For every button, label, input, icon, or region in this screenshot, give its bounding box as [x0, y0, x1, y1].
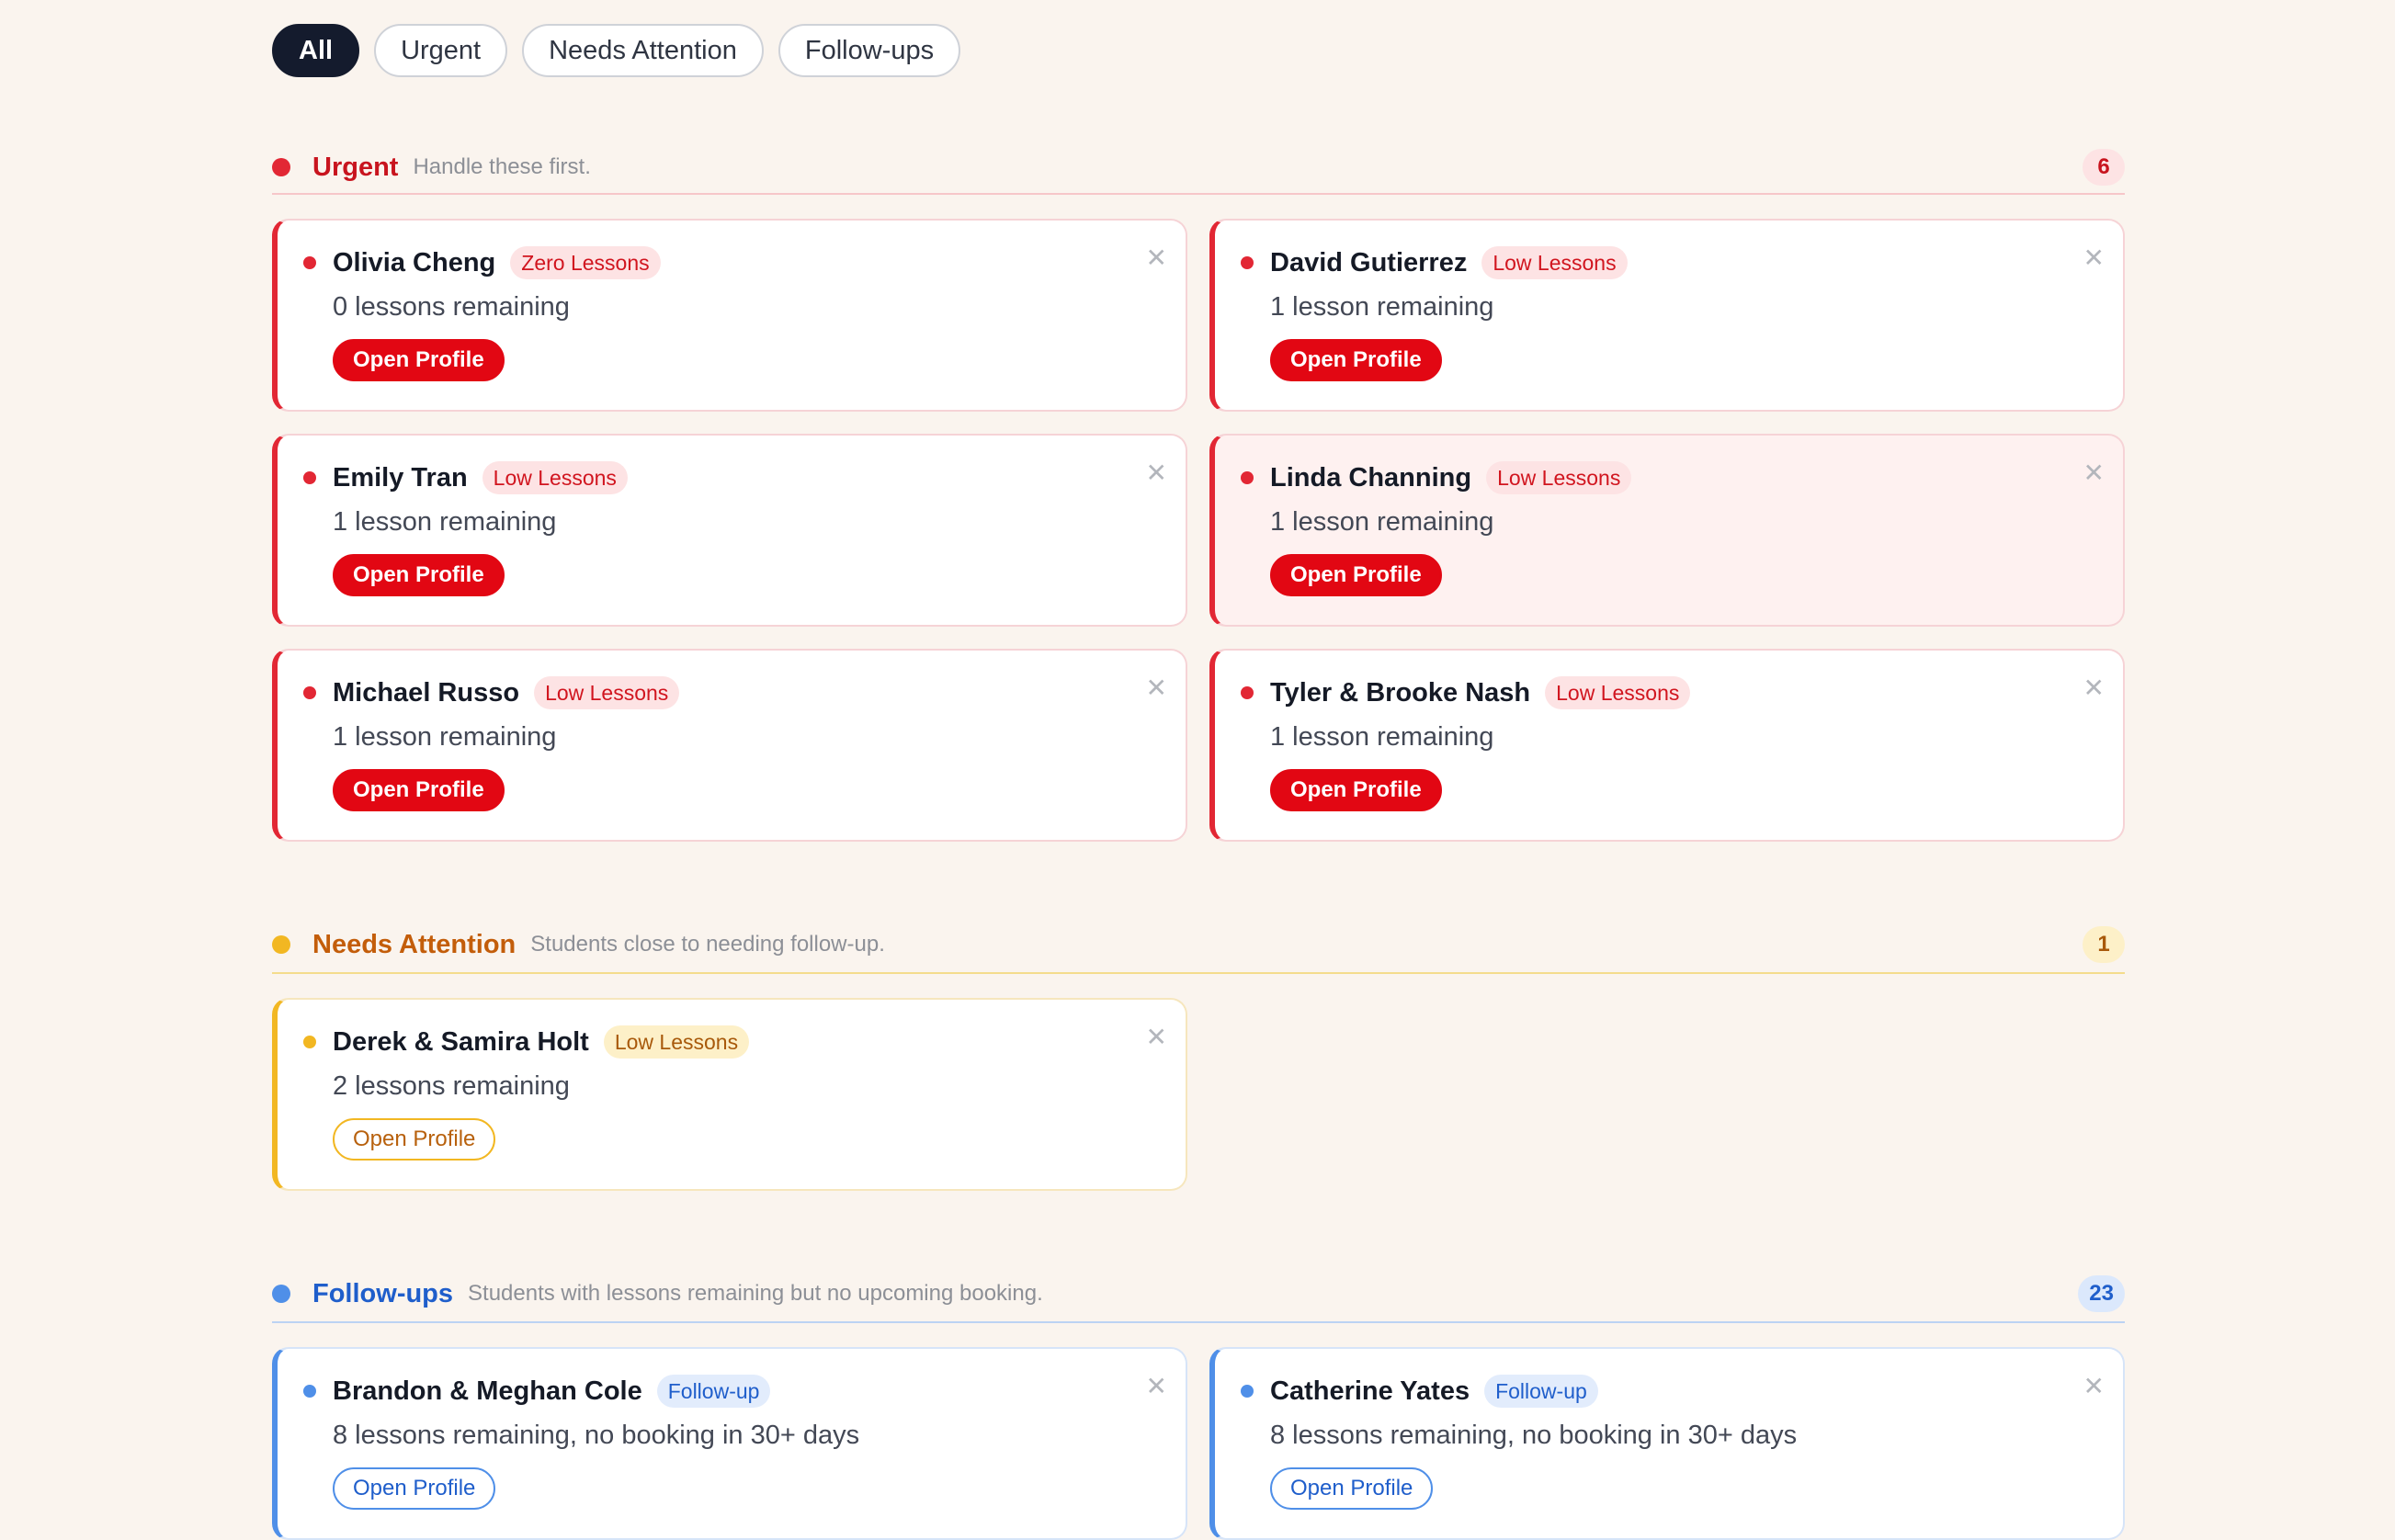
status-badge: Low Lessons [1486, 461, 1632, 494]
close-icon[interactable]: ✕ [2083, 458, 2105, 488]
section-follow-ups: Follow-ups Students with lessons remaini… [272, 1266, 2125, 1540]
section-title: Needs Attention [312, 929, 516, 959]
lessons-remaining: 1 lesson remaining [1270, 292, 1494, 322]
close-icon[interactable]: ✕ [1146, 1022, 1167, 1052]
status-badge: Low Lessons [482, 461, 628, 494]
close-icon[interactable]: ✕ [2083, 243, 2105, 273]
section-header: Needs Attention Students close to needin… [272, 917, 2125, 972]
close-icon[interactable]: ✕ [2083, 673, 2105, 703]
status-dot [272, 935, 290, 954]
close-icon[interactable]: ✕ [1146, 243, 1167, 273]
filter-all[interactable]: All [272, 24, 360, 77]
close-icon[interactable]: ✕ [1146, 673, 1167, 703]
lessons-remaining: 8 lessons remaining, no booking in 30+ d… [1270, 1421, 1798, 1450]
open-profile-button[interactable]: Open Profile [1270, 554, 1442, 596]
student-card: Olivia Cheng Zero Lessons ✕ 0 lessons re… [272, 219, 1187, 412]
student-card: David Gutierrez Low Lessons ✕ 1 lesson r… [1209, 219, 2125, 412]
section-header: Urgent Handle these first. 6 [272, 140, 2125, 195]
open-profile-button[interactable]: Open Profile [333, 339, 505, 381]
status-dot [303, 686, 316, 699]
filter-needs-attention[interactable]: Needs Attention [522, 24, 764, 77]
open-profile-button[interactable]: Open Profile [1270, 339, 1442, 381]
student-name: David Gutierrez [1270, 247, 1468, 277]
student-card: Emily Tran Low Lessons ✕ 1 lesson remain… [272, 434, 1187, 627]
status-dot [1241, 686, 1254, 699]
section-needs-attention: Needs Attention Students close to needin… [272, 917, 2125, 1191]
student-card: Brandon & Meghan Cole Follow-up ✕ 8 less… [272, 1347, 1187, 1540]
student-name: Derek & Samira Holt [333, 1026, 589, 1057]
card-grid: Brandon & Meghan Cole Follow-up ✕ 8 less… [272, 1347, 2125, 1540]
section-urgent: Urgent Handle these first. 6 Olivia Chen… [272, 140, 2125, 842]
lessons-remaining: 1 lesson remaining [1270, 507, 1494, 537]
open-profile-button[interactable]: Open Profile [333, 769, 505, 811]
student-name: Catherine Yates [1270, 1376, 1470, 1406]
filter-bar: All Urgent Needs Attention Follow-ups [272, 24, 2125, 77]
status-dot [1241, 471, 1254, 484]
section-title: Follow-ups [312, 1278, 454, 1308]
lessons-remaining: 1 lesson remaining [333, 507, 557, 537]
lessons-remaining: 8 lessons remaining, no booking in 30+ d… [333, 1421, 860, 1450]
student-card: Tyler & Brooke Nash Low Lessons ✕ 1 less… [1209, 649, 2125, 842]
lessons-remaining: 1 lesson remaining [333, 722, 557, 752]
open-profile-button[interactable]: Open Profile [333, 1118, 496, 1161]
student-card: Catherine Yates Follow-up ✕ 8 lessons re… [1209, 1347, 2125, 1540]
section-subtitle: Students close to needing follow-up. [530, 932, 885, 957]
open-profile-button[interactable]: Open Profile [333, 554, 505, 596]
lessons-remaining: 1 lesson remaining [1270, 722, 1494, 752]
student-name: Olivia Cheng [333, 247, 496, 277]
status-dot [272, 1285, 290, 1303]
student-card: Michael Russo Low Lessons ✕ 1 lesson rem… [272, 649, 1187, 842]
lessons-remaining: 0 lessons remaining [333, 292, 570, 322]
status-dot [1241, 256, 1254, 269]
open-profile-button[interactable]: Open Profile [1270, 769, 1442, 811]
follow-up-dashboard: All Urgent Needs Attention Follow-ups Ur… [272, 0, 2125, 1540]
student-name: Emily Tran [333, 462, 468, 493]
student-name: Michael Russo [333, 677, 520, 708]
open-profile-button[interactable]: Open Profile [1270, 1467, 1434, 1510]
open-profile-button[interactable]: Open Profile [333, 1467, 496, 1510]
close-icon[interactable]: ✕ [2083, 1371, 2105, 1401]
status-badge: Low Lessons [603, 1025, 750, 1059]
close-icon[interactable]: ✕ [1146, 1371, 1167, 1401]
filter-urgent[interactable]: Urgent [374, 24, 508, 77]
status-dot [303, 1036, 316, 1048]
status-badge: Low Lessons [534, 676, 680, 709]
section-count-badge: 6 [2083, 149, 2125, 186]
student-name: Linda Channing [1270, 462, 1472, 493]
card-grid: Olivia Cheng Zero Lessons ✕ 0 lessons re… [272, 219, 2125, 842]
lessons-remaining: 2 lessons remaining [333, 1071, 570, 1101]
status-badge: Low Lessons [1481, 246, 1628, 279]
card-grid: Derek & Samira Holt Low Lessons ✕ 2 less… [272, 998, 2125, 1191]
student-card: Derek & Samira Holt Low Lessons ✕ 2 less… [272, 998, 1187, 1191]
student-name: Brandon & Meghan Cole [333, 1376, 642, 1406]
section-divider [272, 972, 2125, 974]
student-card: Linda Channing Low Lessons ✕ 1 lesson re… [1209, 434, 2125, 627]
status-badge: Low Lessons [1545, 676, 1691, 709]
status-dot [272, 158, 290, 176]
status-dot [303, 471, 316, 484]
section-subtitle: Students with lessons remaining but no u… [468, 1281, 1043, 1306]
section-subtitle: Handle these first. [413, 154, 591, 179]
status-dot [1241, 1385, 1254, 1398]
close-icon[interactable]: ✕ [1146, 458, 1167, 488]
student-name: Tyler & Brooke Nash [1270, 677, 1531, 708]
section-header: Follow-ups Students with lessons remaini… [272, 1266, 2125, 1321]
section-title: Urgent [312, 152, 399, 182]
section-divider [272, 1321, 2125, 1323]
status-dot [303, 1385, 316, 1398]
status-dot [303, 256, 316, 269]
section-count-badge: 23 [2078, 1275, 2125, 1312]
status-badge: Follow-up [1484, 1375, 1598, 1408]
status-badge: Zero Lessons [510, 246, 661, 279]
filter-follow-ups[interactable]: Follow-ups [778, 24, 961, 77]
status-badge: Follow-up [656, 1375, 771, 1408]
section-count-badge: 1 [2083, 926, 2125, 963]
